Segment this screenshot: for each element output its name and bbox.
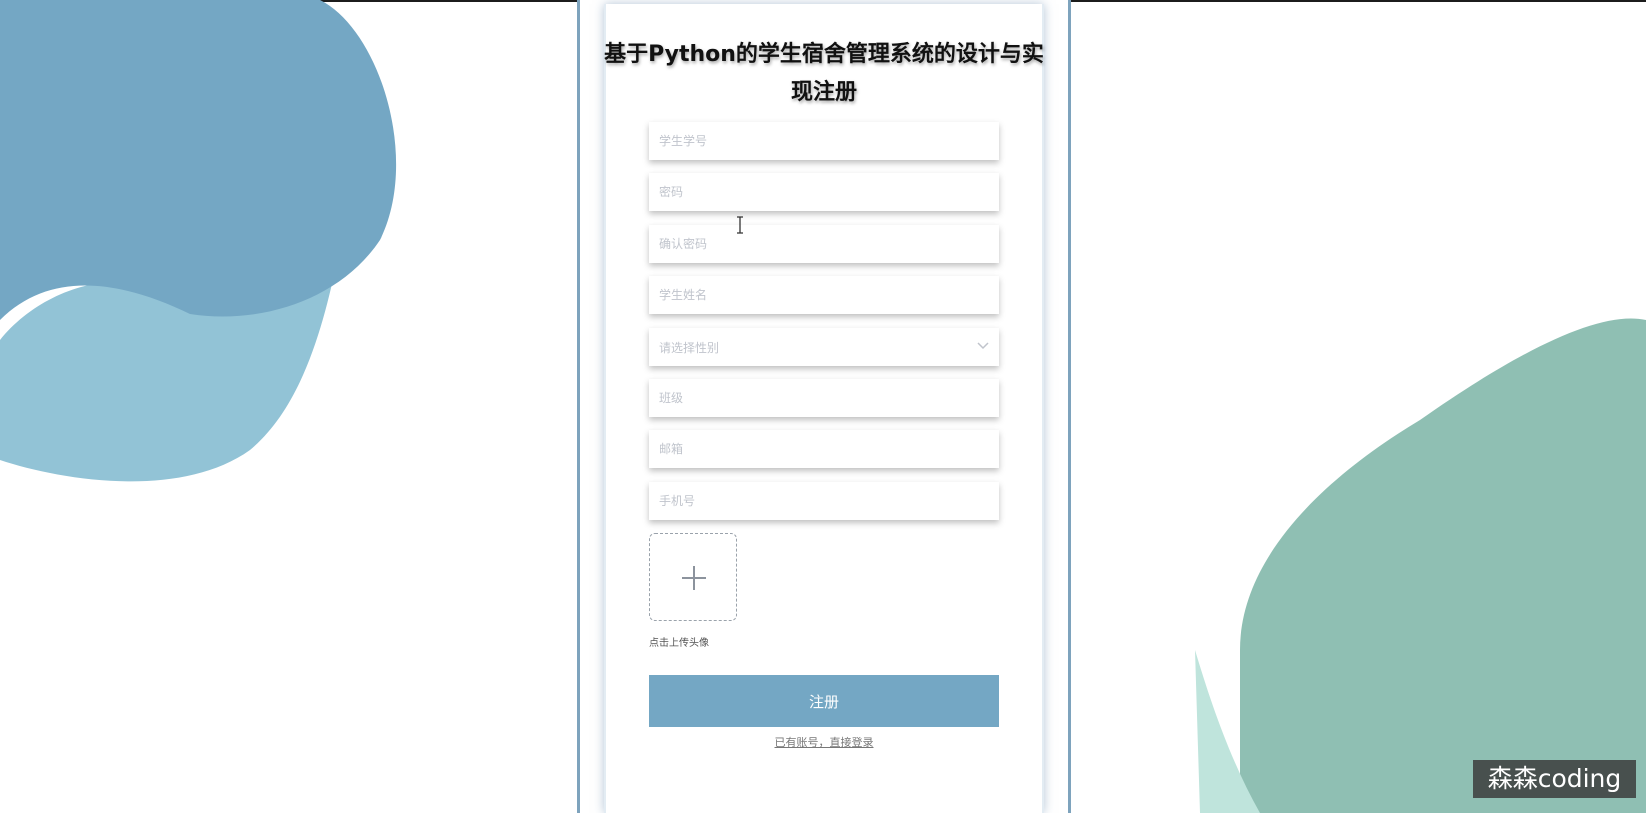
gender-select[interactable]: 请选择性别 <box>649 328 999 366</box>
upload-avatar-label: 点击上传头像 <box>649 638 709 649</box>
page-title: 基于Python的学生宿舍管理系统的设计与实现注册 <box>604 42 1044 105</box>
plus-icon <box>682 566 706 590</box>
avatar-upload[interactable] <box>649 533 737 621</box>
register-button[interactable]: 注册 <box>649 675 999 727</box>
chevron-down-icon <box>977 342 989 350</box>
student-name-input[interactable] <box>649 276 999 314</box>
confirm-password-input[interactable] <box>649 225 999 263</box>
blob-dark-blue <box>0 0 397 320</box>
text-cursor-icon <box>737 216 743 234</box>
password-input[interactable] <box>649 173 999 211</box>
email-input[interactable] <box>649 430 999 468</box>
class-input[interactable] <box>649 379 999 417</box>
phone-input[interactable] <box>649 482 999 520</box>
blob-green <box>1240 318 1646 813</box>
gender-select-placeholder: 请选择性别 <box>659 341 720 355</box>
student-id-input[interactable] <box>649 122 999 160</box>
watermark: 森森coding <box>1473 760 1636 798</box>
login-link[interactable]: 已有账号，直接登录 <box>649 734 999 750</box>
